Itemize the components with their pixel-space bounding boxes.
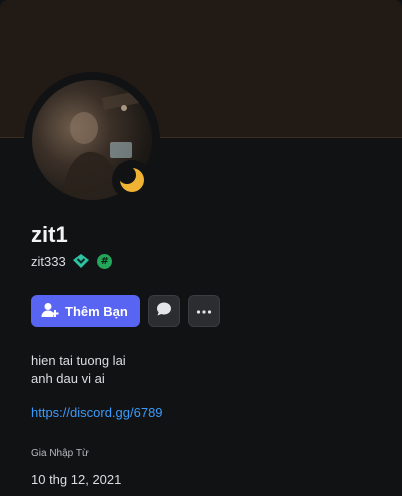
bio-line: hien tai tuong lai (31, 353, 126, 368)
more-button[interactable] (187, 295, 220, 327)
add-friend-button[interactable]: Thêm Bạn (31, 295, 140, 327)
hash-badge-icon[interactable]: # (96, 252, 114, 270)
status-idle-icon (112, 160, 152, 200)
username[interactable]: zit333 (31, 254, 66, 269)
profile-card: zit1 zit333 # Thêm Bạn hien tai tuong la… (0, 0, 402, 496)
chat-bubble-icon (156, 301, 172, 322)
profile-actions: Thêm Bạn (31, 295, 220, 327)
username-row: zit333 # (31, 251, 114, 271)
bio: hien tai tuong lai anh dau vi ai (31, 352, 126, 388)
add-friend-icon (41, 302, 59, 321)
hash-badge-glyph: # (97, 253, 113, 269)
message-button[interactable] (147, 295, 180, 327)
invite-link[interactable]: https://discord.gg/6789 (31, 405, 163, 420)
display-name: zit1 (31, 222, 68, 247)
more-dots-icon (196, 302, 212, 320)
bio-line: anh dau vi ai (31, 371, 105, 386)
hypesquad-badge-icon[interactable] (72, 252, 90, 270)
member-since-label: Gia Nhập Từ (31, 448, 89, 459)
add-friend-label: Thêm Bạn (65, 303, 128, 319)
member-since-date: 10 thg 12, 2021 (31, 472, 122, 487)
